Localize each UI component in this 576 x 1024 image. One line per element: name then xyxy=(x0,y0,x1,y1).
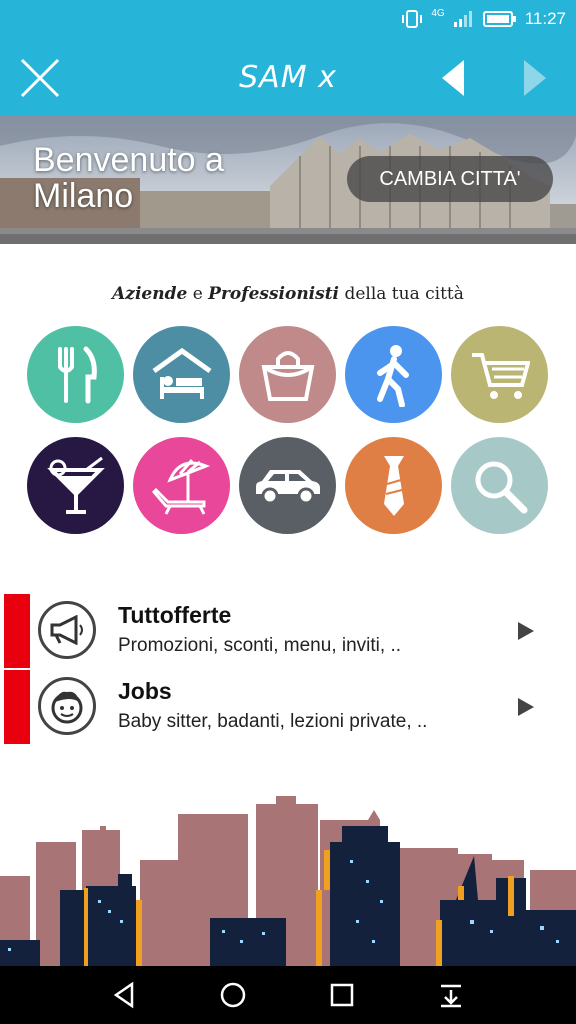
category-nightlife[interactable] xyxy=(27,437,124,534)
category-cars[interactable] xyxy=(239,437,336,534)
back-icon[interactable] xyxy=(108,978,142,1012)
chevron-right-icon xyxy=(518,622,534,640)
notification-pull-icon[interactable] xyxy=(434,978,468,1012)
walking-person-icon xyxy=(376,344,409,407)
previous-arrow-icon[interactable] xyxy=(438,58,468,98)
category-walk[interactable] xyxy=(345,326,442,423)
list-item-title: Tuttofferte xyxy=(118,602,232,628)
status-time: 11:27 xyxy=(524,9,566,28)
next-arrow-icon[interactable] xyxy=(520,58,550,98)
app-bar: SAM x xyxy=(0,38,576,116)
tagline-professionals: Professionisti xyxy=(208,284,340,304)
accent-bar xyxy=(4,670,30,744)
network-type: 4G xyxy=(431,7,445,19)
shopping-bag-icon xyxy=(261,350,314,401)
category-shopping[interactable] xyxy=(239,326,336,423)
shopping-cart-icon xyxy=(471,352,530,399)
search-icon xyxy=(475,461,527,513)
city-skyline-illustration xyxy=(0,796,576,966)
system-nav-bar xyxy=(0,966,576,1024)
battery-icon xyxy=(482,11,516,27)
home-icon[interactable] xyxy=(216,978,250,1012)
chevron-right-icon xyxy=(518,698,534,716)
list-item-jobs[interactable]: Jobs Baby sitter, badanti, lezioni priva… xyxy=(0,670,576,744)
category-professionals[interactable] xyxy=(345,437,442,534)
hotel-bed-icon xyxy=(152,347,211,399)
status-icons: 4G 11:27 xyxy=(401,8,566,30)
face-icon xyxy=(38,677,96,735)
accent-bar xyxy=(4,594,30,668)
list-item-title: Jobs xyxy=(118,678,172,704)
car-icon xyxy=(255,469,320,504)
category-restaurants[interactable] xyxy=(27,326,124,423)
welcome-text: Benvenuto a Milano xyxy=(33,141,224,215)
category-beach[interactable] xyxy=(133,437,230,534)
app-title: SAM x xyxy=(239,60,337,95)
tagline-and: e xyxy=(192,284,203,304)
category-hotels[interactable] xyxy=(133,326,230,423)
category-supermarket[interactable] xyxy=(451,326,548,423)
list-item-tuttofferte[interactable]: Tuttofferte Promozioni, sconti, menu, in… xyxy=(0,594,576,668)
cocktail-icon xyxy=(46,456,105,514)
recent-apps-icon[interactable] xyxy=(325,978,359,1012)
megaphone-icon xyxy=(38,601,96,659)
list-item-subtitle: Promozioni, sconti, menu, inviti, .. xyxy=(118,635,401,656)
cutlery-icon xyxy=(57,346,97,403)
tie-icon xyxy=(383,455,404,516)
vibrate-icon xyxy=(402,10,423,28)
tagline-companies: Aziende xyxy=(112,284,188,304)
category-search[interactable] xyxy=(451,437,548,534)
tagline-rest: della tua città xyxy=(344,284,464,304)
change-city-button[interactable]: CAMBIA CITTA' xyxy=(347,156,553,202)
tagline: Aziende e Professionisti della tua città xyxy=(0,284,576,304)
city-hero-banner: Benvenuto a Milano CAMBIA CITTA' xyxy=(0,116,576,244)
beach-umbrella-icon xyxy=(151,458,210,515)
status-bar: 4G 11:27 xyxy=(0,0,576,38)
signal-icon xyxy=(453,11,472,27)
list-item-subtitle: Baby sitter, badanti, lezioni private, .… xyxy=(118,711,428,732)
